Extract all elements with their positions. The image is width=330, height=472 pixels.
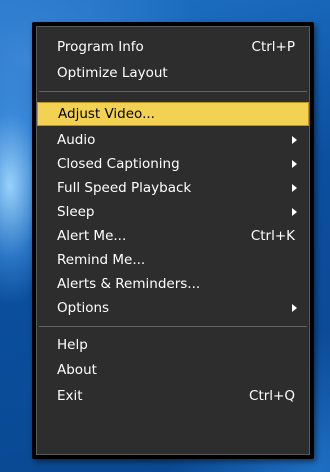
submenu-arrow-icon bbox=[292, 136, 297, 144]
menu-item-audio[interactable]: Audio bbox=[39, 128, 307, 152]
menu-item-optimize-layout[interactable]: Optimize Layout bbox=[39, 61, 307, 85]
menu-separator bbox=[39, 91, 307, 92]
menu-item-adjust-video[interactable]: Adjust Video... bbox=[37, 102, 309, 126]
menu-item-label: Alert Me... bbox=[57, 228, 127, 244]
menu-item-label: Audio bbox=[57, 132, 96, 148]
menu-item-exit[interactable]: Exit Ctrl+Q bbox=[39, 384, 307, 408]
menu-item-shortcut: Ctrl+K bbox=[250, 228, 295, 244]
context-menu: Program Info Ctrl+P Optimize Layout Adju… bbox=[32, 22, 314, 459]
menu-item-label: Optimize Layout bbox=[57, 65, 168, 81]
menu-panel: Program Info Ctrl+P Optimize Layout Adju… bbox=[36, 26, 310, 455]
menu-item-label: Closed Captioning bbox=[57, 156, 180, 172]
menu-item-label: Sleep bbox=[57, 204, 95, 220]
submenu-arrow-icon bbox=[292, 208, 297, 216]
menu-item-help[interactable]: Help bbox=[39, 333, 307, 357]
menu-item-alert-me[interactable]: Alert Me... Ctrl+K bbox=[39, 224, 307, 248]
menu-item-program-info[interactable]: Program Info Ctrl+P bbox=[39, 35, 307, 59]
menu-item-shortcut: Ctrl+Q bbox=[249, 388, 295, 404]
submenu-arrow-icon bbox=[292, 304, 297, 312]
menu-item-alerts-and-reminders[interactable]: Alerts & Reminders... bbox=[39, 272, 307, 296]
menu-item-label: Help bbox=[57, 337, 88, 353]
menu-item-closed-captioning[interactable]: Closed Captioning bbox=[39, 152, 307, 176]
menu-item-label: Program Info bbox=[57, 39, 144, 55]
menu-item-label: Alerts & Reminders... bbox=[57, 276, 201, 292]
menu-item-label: Full Speed Playback bbox=[57, 180, 192, 196]
menu-item-label: About bbox=[57, 362, 97, 378]
menu-item-label: Exit bbox=[57, 388, 83, 404]
menu-item-shortcut: Ctrl+P bbox=[251, 39, 295, 55]
menu-item-sleep[interactable]: Sleep bbox=[39, 200, 307, 224]
menu-item-about[interactable]: About bbox=[39, 358, 307, 382]
menu-item-full-speed-playback[interactable]: Full Speed Playback bbox=[39, 176, 307, 200]
menu-item-label: Adjust Video... bbox=[58, 106, 155, 122]
submenu-arrow-icon bbox=[292, 160, 297, 168]
submenu-arrow-icon bbox=[292, 184, 297, 192]
menu-item-remind-me[interactable]: Remind Me... bbox=[39, 248, 307, 272]
menu-item-label: Remind Me... bbox=[57, 252, 146, 268]
menu-separator bbox=[39, 326, 307, 327]
menu-item-label: Options bbox=[57, 300, 110, 316]
menu-item-options[interactable]: Options bbox=[39, 296, 307, 320]
